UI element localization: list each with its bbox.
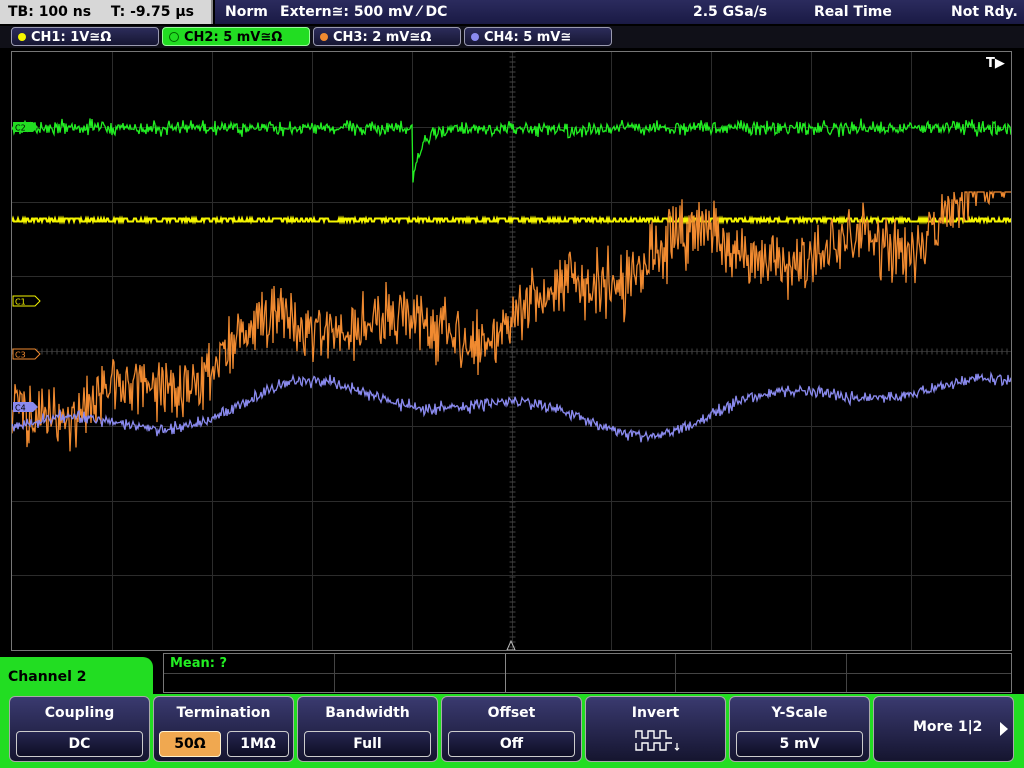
waveform-display[interactable]: C2 C1 C3 C4 T▶	[11, 51, 1012, 651]
measurement-bar: Mean: ?	[163, 653, 1012, 693]
ch4-color-dot	[471, 32, 479, 41]
ch1-color-dot	[18, 32, 26, 41]
ch3-label: CH3: 2 mV≅Ω	[333, 30, 432, 45]
trigger-time-marker[interactable]: T▶	[986, 56, 1005, 71]
bandwidth-value[interactable]: Full	[304, 731, 431, 757]
bandwidth-title: Bandwidth	[325, 705, 410, 721]
svg-text:C4: C4	[15, 404, 26, 413]
ch3-color-dot	[320, 32, 328, 41]
svg-text:C3: C3	[15, 351, 26, 360]
acquisition-status: Norm Extern≅: 500 mV ⁄ DC 2.5 GSa/s Real…	[215, 0, 1024, 24]
timebase-display[interactable]: TB: 100 ns T: -9.75 µs	[0, 0, 213, 24]
channel-tab-ch3[interactable]: CH3: 2 mV≅Ω	[313, 27, 461, 46]
offset-value[interactable]: Off	[448, 731, 575, 757]
ch2-waveform	[12, 118, 1011, 183]
ch3-offset-marker[interactable]: C3	[12, 348, 41, 360]
graticule	[12, 52, 1011, 650]
ch2-label: CH2: 5 mV≅Ω	[184, 30, 283, 45]
channel-tab-ch4[interactable]: CH4: 5 mV≅	[464, 27, 612, 46]
channel-tab-ch1[interactable]: CH1: 1V≅Ω	[11, 27, 159, 46]
termination-softkey[interactable]: Termination 50Ω 1MΩ	[153, 696, 294, 762]
offset-title: Offset	[487, 705, 536, 721]
bandwidth-softkey[interactable]: Bandwidth Full	[297, 696, 438, 762]
softkey-bar: Coupling DC Termination 50Ω 1MΩ Bandwidt…	[0, 694, 1024, 768]
measurement-divider	[164, 673, 1011, 674]
timebase-value: TB: 100 ns	[8, 4, 92, 20]
termination-title: Termination	[176, 705, 271, 721]
more-label: More 1|2	[913, 719, 983, 735]
coupling-softkey[interactable]: Coupling DC	[9, 696, 150, 762]
channel-menu-title: Channel 2	[0, 657, 153, 697]
acquisition-mode: Real Time	[814, 4, 892, 20]
ch2-color-dot	[169, 31, 179, 42]
trigger-mode[interactable]: Norm	[225, 0, 268, 24]
mean-measurement[interactable]: Mean: ?	[170, 656, 227, 671]
ch1-label: CH1: 1V≅Ω	[31, 30, 112, 45]
ch1-waveform	[12, 215, 1011, 225]
ch2-offset-marker[interactable]: C2	[13, 122, 38, 133]
termination-50ohm-option[interactable]: 50Ω	[159, 731, 221, 757]
channel-tab-ch2[interactable]: CH2: 5 mV≅Ω	[162, 27, 310, 46]
termination-1mohm-option[interactable]: 1MΩ	[227, 731, 289, 757]
arrow-right-icon	[1000, 722, 1008, 736]
svg-text:C1: C1	[15, 298, 26, 307]
ch4-offset-marker[interactable]: C4	[13, 402, 38, 413]
more-softkey[interactable]: More 1|2	[873, 696, 1014, 762]
ch1-offset-marker[interactable]: C1	[12, 295, 41, 307]
measurement-divider	[505, 654, 506, 692]
yscale-softkey[interactable]: Y-Scale 5 mV	[729, 696, 870, 762]
invert-waveform-icon	[635, 730, 680, 751]
coupling-value[interactable]: DC	[16, 731, 143, 757]
yscale-title: Y-Scale	[771, 705, 828, 721]
trigger-source[interactable]: Extern≅: 500 mV ⁄ DC	[280, 0, 447, 24]
channel-tabs: CH1: 1V≅Ω CH2: 5 mV≅Ω CH3: 2 mV≅Ω CH4: 5…	[0, 26, 1024, 48]
sample-rate: 2.5 GSa/s	[693, 4, 768, 20]
svg-text:C2: C2	[15, 124, 26, 133]
coupling-title: Coupling	[44, 705, 115, 721]
invert-softkey[interactable]: Invert	[585, 696, 726, 762]
ch4-label: CH4: 5 mV≅	[484, 30, 572, 45]
yscale-value[interactable]: 5 mV	[736, 731, 863, 757]
invert-title: Invert	[631, 705, 680, 721]
status-bar: TB: 100 ns T: -9.75 µs Norm Extern≅: 500…	[0, 0, 1024, 24]
measurement-divider	[334, 654, 335, 692]
waveform-canvas: C2 C1 C3 C4 T▶	[12, 52, 1011, 650]
offset-softkey[interactable]: Offset Off	[441, 696, 582, 762]
trigger-time-value: T: -9.75 µs	[110, 4, 194, 20]
run-status: Not Rdy.	[951, 4, 1018, 20]
measurement-divider	[675, 654, 676, 692]
measurement-divider	[846, 654, 847, 692]
